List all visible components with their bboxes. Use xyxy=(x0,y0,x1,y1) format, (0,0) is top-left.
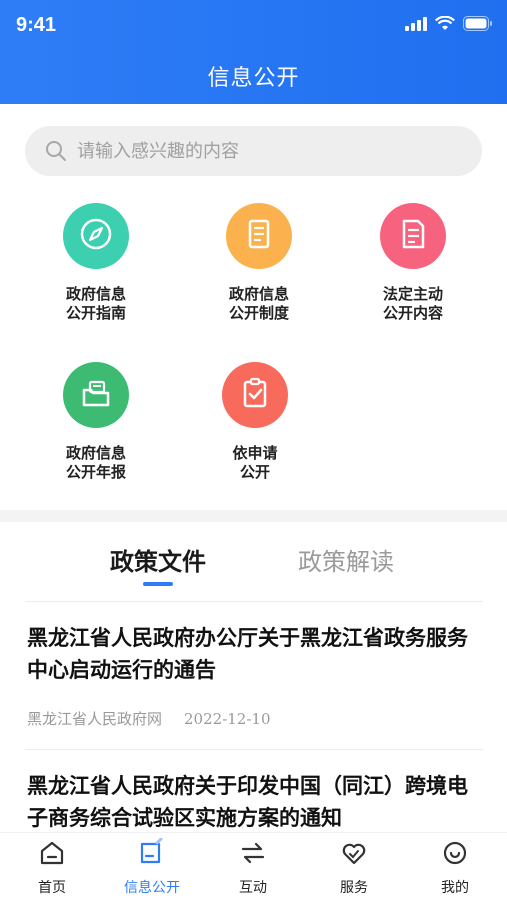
grid-label-line1: 政府信息 xyxy=(228,286,289,303)
search-input[interactable] xyxy=(77,126,467,176)
tabbar-item-home[interactable]: 首页 xyxy=(2,839,102,897)
grid-item-annual-report[interactable]: 政府信息 公开年报 xyxy=(16,362,176,482)
policy-tabs: 政策文件 政策解读 xyxy=(0,522,507,602)
home-icon xyxy=(38,839,66,872)
article-meta: 黑龙江省人民政府网 2022-12-10 xyxy=(27,708,482,729)
compass-icon xyxy=(78,216,114,257)
grid-icon-circle xyxy=(226,203,292,269)
tabbar-label: 服务 xyxy=(340,879,368,895)
grid-label-line2: 公开年报 xyxy=(65,464,126,481)
article-title: 黑龙江省人民政府关于印发中国（同江）跨境电 子商务综合试验区实施方案的通知 xyxy=(27,770,482,834)
grid-icon-circle xyxy=(63,362,129,428)
tabbar-label: 信息公开 xyxy=(124,879,180,895)
grid-label-line2: 公开指南 xyxy=(65,305,126,322)
bottom-tab-bar: 首页 信息公开 互动 服务 我的 xyxy=(0,832,507,900)
heart-service-icon xyxy=(340,839,368,872)
profile-icon xyxy=(441,839,469,872)
status-icons xyxy=(405,15,493,36)
wifi-icon xyxy=(435,15,455,36)
grid-label-line1: 政府信息 xyxy=(65,445,126,462)
header: 9:41 信息公开 xyxy=(0,0,507,104)
tabbar-item-profile[interactable]: 我的 xyxy=(405,839,505,897)
grid-label-line2: 公开 xyxy=(239,464,270,481)
grid-label-line1: 法定主动 xyxy=(382,286,443,303)
grid-item-guide[interactable]: 政府信息 公开指南 xyxy=(16,203,176,323)
grid-icon-circle xyxy=(222,362,288,428)
status-bar: 9:41 xyxy=(0,0,507,48)
search-bar[interactable] xyxy=(25,126,482,176)
grid-item-apply[interactable]: 依申请 公开 xyxy=(175,362,335,482)
file-icon xyxy=(395,216,431,257)
article-title: 黑龙江省人民政府办公厅关于黑龙江省政务服务 中心启动运行的通告 xyxy=(27,622,482,686)
grid-label-line2: 公开内容 xyxy=(382,305,443,322)
interaction-icon xyxy=(239,839,267,872)
grid-icon-circle xyxy=(380,203,446,269)
tabbar-item-service[interactable]: 服务 xyxy=(304,839,404,897)
tabbar-item-interaction[interactable]: 互动 xyxy=(203,839,303,897)
grid-label-line1: 政府信息 xyxy=(65,286,126,303)
article-title-line: 中心启动运行的通告 xyxy=(27,657,216,682)
grid-icon-circle xyxy=(63,203,129,269)
info-disclosure-icon xyxy=(137,837,167,873)
document-icon xyxy=(241,216,277,257)
grid-item-content[interactable]: 法定主动 公开内容 xyxy=(333,203,493,323)
section-divider xyxy=(0,510,507,522)
status-time: 9:41 xyxy=(16,14,57,36)
divider xyxy=(25,749,483,750)
tabbar-item-info[interactable]: 信息公开 xyxy=(102,837,202,897)
tab-policy-documents[interactable]: 政策文件 xyxy=(110,542,206,577)
tabbar-label: 我的 xyxy=(441,879,469,895)
page-title: 信息公开 xyxy=(207,65,300,90)
divider xyxy=(25,601,483,602)
active-tab-indicator xyxy=(143,582,173,586)
article-title-line: 黑龙江省人民政府办公厅关于黑龙江省政务服务 xyxy=(27,625,468,650)
article-item[interactable]: 黑龙江省人民政府关于印发中国（同江）跨境电 子商务综合试验区实施方案的通知 xyxy=(27,770,482,834)
folder-icon xyxy=(78,375,114,416)
tab-policy-interpretation[interactable]: 政策解读 xyxy=(298,542,394,577)
grid-label-line1: 依申请 xyxy=(232,445,278,462)
article-source: 黑龙江省人民政府网 xyxy=(27,710,163,728)
tabbar-label: 互动 xyxy=(239,879,267,895)
grid-item-system[interactable]: 政府信息 公开制度 xyxy=(179,203,339,323)
search-icon xyxy=(45,140,67,167)
clipboard-check-icon xyxy=(237,375,273,416)
grid-label-line2: 公开制度 xyxy=(228,305,289,322)
article-date: 2022-12-10 xyxy=(184,710,271,728)
signal-icon xyxy=(405,16,427,36)
article-item[interactable]: 黑龙江省人民政府办公厅关于黑龙江省政务服务 中心启动运行的通告 黑龙江省人民政府… xyxy=(27,622,482,729)
tabbar-label: 首页 xyxy=(38,879,66,895)
article-title-line: 黑龙江省人民政府关于印发中国（同江）跨境电 xyxy=(27,773,468,798)
battery-icon xyxy=(463,16,493,36)
article-title-line: 子商务综合试验区实施方案的通知 xyxy=(27,805,342,830)
